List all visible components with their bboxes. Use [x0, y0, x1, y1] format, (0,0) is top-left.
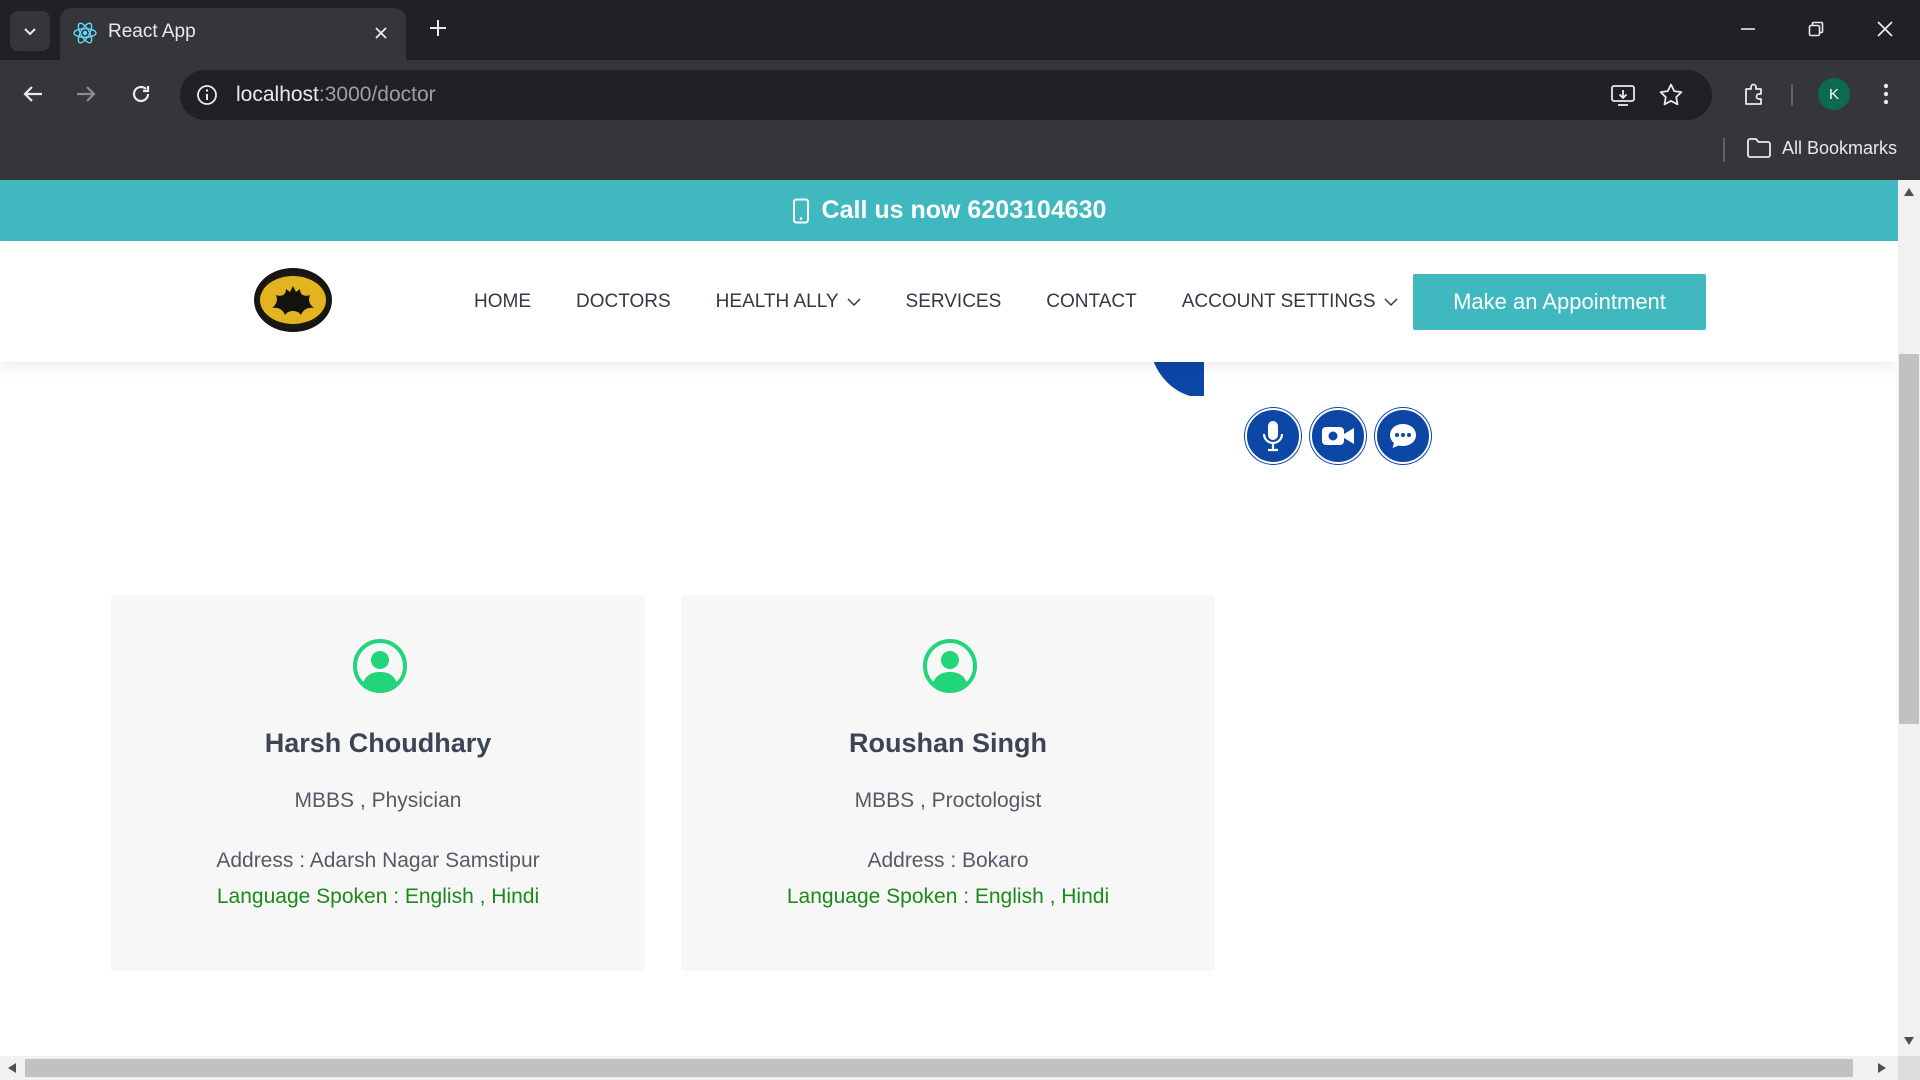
video-camera-icon	[1322, 427, 1354, 445]
folder-icon	[1747, 138, 1771, 158]
all-bookmarks-label: All Bookmarks	[1782, 137, 1898, 158]
scroll-left-arrow[interactable]	[4, 1060, 20, 1076]
chat-bubble-icon	[1390, 424, 1416, 448]
restore-icon	[1808, 21, 1824, 37]
back-button[interactable]	[16, 77, 50, 111]
doctor-degree: MBBS , Proctologist	[854, 789, 1042, 812]
bookmarks-separator	[1723, 138, 1725, 162]
mobile-phone-icon	[792, 198, 809, 223]
address-bar[interactable]: localhost:3000/doctor	[180, 70, 1712, 120]
install-app-icon	[1611, 85, 1635, 106]
star-icon	[1659, 83, 1683, 106]
chat-button[interactable]	[1375, 408, 1431, 464]
triangle-down-icon	[1904, 1037, 1914, 1045]
bookmark-star-button[interactable]	[1656, 80, 1686, 110]
all-bookmarks-button[interactable]: All Bookmarks	[1746, 137, 1897, 159]
chevron-down-icon	[1384, 297, 1398, 306]
forward-button[interactable]	[69, 77, 103, 111]
info-circle-icon	[197, 85, 217, 105]
call-us-bar: Call us now 6203104630	[0, 180, 1898, 241]
arrow-right-icon	[77, 86, 96, 102]
triangle-up-icon	[1904, 188, 1914, 196]
nav-home-label: HOME	[474, 290, 531, 312]
browser-tab[interactable]: React App	[60, 8, 406, 60]
horizontal-scroll-thumb[interactable]	[25, 1059, 1853, 1077]
nav-account-settings-label: ACCOUNT SETTINGS	[1181, 290, 1376, 312]
toolbar-separator	[1791, 84, 1793, 106]
url-host: localhost	[236, 83, 319, 106]
install-app-button[interactable]	[1608, 80, 1638, 110]
doctor-languages: Language Spoken : English , Hindi	[786, 885, 1110, 908]
triangle-left-icon	[8, 1063, 16, 1073]
voice-call-button[interactable]	[1245, 408, 1301, 464]
make-appointment-button[interactable]: Make an Appointment	[1413, 274, 1706, 330]
scrollbar-corner	[1898, 1056, 1920, 1080]
site-header: HOME DOCTORS HEALTH ALLY SERVICES CONTAC…	[0, 241, 1898, 362]
browser-menu-button[interactable]	[1869, 77, 1903, 111]
user-circle-icon	[923, 639, 977, 693]
site-logo[interactable]	[254, 268, 332, 332]
site-info-button[interactable]	[194, 82, 220, 108]
nav-health-ally-label: HEALTH ALLY	[715, 290, 839, 312]
nav-doctors[interactable]: DOCTORS	[576, 291, 671, 313]
doctor-card[interactable]: Roushan Singh MBBS , Proctologist Addres…	[681, 595, 1215, 971]
nav-services-label: SERVICES	[905, 290, 1002, 312]
nav-contact-label: CONTACT	[1046, 290, 1137, 312]
nav-health-ally[interactable]: HEALTH ALLY	[716, 291, 861, 313]
url-text: localhost:3000/doctor	[236, 83, 436, 107]
scroll-down-arrow[interactable]	[1901, 1033, 1917, 1049]
reload-icon	[132, 85, 150, 103]
close-icon	[1877, 21, 1893, 37]
call-us-text: Call us now 6203104630	[821, 196, 1107, 224]
scroll-right-arrow[interactable]	[1874, 1060, 1890, 1076]
user-circle-icon	[353, 639, 407, 693]
microphone-icon	[1262, 421, 1284, 452]
tab-search-button[interactable]	[10, 11, 50, 51]
doctor-card[interactable]: Harsh Choudhary MBBS , Physician Address…	[111, 595, 645, 971]
main-nav: HOME DOCTORS HEALTH ALLY SERVICES CONTAC…	[474, 241, 1443, 362]
chevron-down-icon	[24, 28, 36, 36]
close-icon	[375, 27, 387, 39]
more-vertical-icon	[1883, 83, 1889, 105]
chevron-down-icon	[847, 297, 861, 306]
bat-emblem-icon	[272, 286, 314, 315]
restore-window-button[interactable]	[1799, 12, 1833, 46]
url-path: :3000/doctor	[318, 83, 436, 106]
close-window-button[interactable]	[1868, 12, 1902, 46]
reload-button[interactable]	[124, 77, 158, 111]
nav-doctors-label: DOCTORS	[576, 290, 671, 312]
react-logo-icon	[73, 22, 97, 44]
arrow-left-icon	[23, 86, 42, 102]
minimize-window-button[interactable]	[1731, 12, 1765, 46]
doctor-name: Harsh Choudhary	[264, 728, 492, 758]
doctor-languages: Language Spoken : English , Hindi	[216, 885, 540, 908]
tab-title: React App	[108, 21, 196, 42]
page-viewport: Call us now 6203104630 HOME DOCTORS HEAL…	[0, 180, 1898, 1056]
extensions-button[interactable]	[1737, 77, 1771, 111]
doctor-degree: MBBS , Physician	[294, 789, 462, 812]
triangle-right-icon	[1878, 1063, 1886, 1073]
nav-services[interactable]: SERVICES	[906, 291, 1002, 313]
doctor-name: Roushan Singh	[849, 728, 1047, 758]
nav-contact[interactable]: CONTACT	[1046, 291, 1136, 313]
video-call-button[interactable]	[1310, 408, 1366, 464]
profile-avatar[interactable]: K	[1818, 78, 1850, 110]
new-tab-button[interactable]	[424, 14, 452, 42]
minimize-icon	[1741, 28, 1755, 30]
plus-icon	[430, 20, 446, 36]
nav-home[interactable]: HOME	[474, 291, 531, 313]
scroll-up-arrow[interactable]	[1901, 184, 1917, 200]
doctor-address: Address : Adarsh Nagar Samstipur	[216, 849, 540, 872]
nav-account-settings[interactable]: ACCOUNT SETTINGS	[1182, 291, 1398, 313]
browser-toolbar: localhost:3000/doctor K All Bookmarks	[0, 60, 1920, 180]
puzzle-piece-icon	[1745, 83, 1762, 105]
doctor-address: Address : Bokaro	[867, 849, 1029, 872]
tab-close-button[interactable]	[368, 20, 394, 46]
browser-tab-strip: React App	[0, 0, 1920, 60]
vertical-scroll-thumb[interactable]	[1899, 354, 1919, 724]
